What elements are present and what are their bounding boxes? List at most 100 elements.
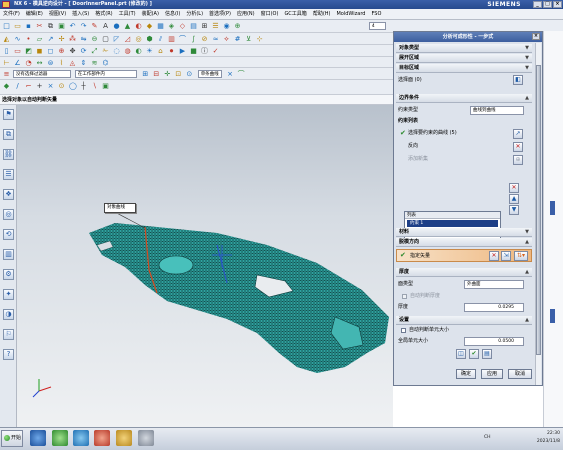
surface-icon[interactable]: ◭ xyxy=(2,34,11,43)
assembly-filter-combo[interactable]: 在工作部件内 xyxy=(74,70,137,78)
boolean-icon[interactable]: ⊖ xyxy=(90,34,99,43)
shell-icon[interactable]: ▢ xyxy=(101,34,110,43)
curve-icon[interactable]: ∿ xyxy=(13,34,22,43)
stop-icon[interactable]: ■ xyxy=(189,46,198,55)
section-settings[interactable]: 设置 ▲ xyxy=(396,316,532,325)
hole-icon[interactable]: ◎ xyxy=(134,34,143,43)
menu-item-edit[interactable]: 编辑(E) xyxy=(23,9,46,20)
fit-icon[interactable]: ⤢ xyxy=(90,46,99,55)
select-face-icon[interactable]: ◧ xyxy=(513,75,523,85)
new-icon[interactable]: □ xyxy=(2,21,11,30)
play-icon[interactable]: ▶ xyxy=(178,46,187,55)
manufacturing-wizard-icon[interactable]: ✦ xyxy=(3,289,14,300)
menu-item-fso[interactable]: FSO xyxy=(368,9,384,20)
snap-mid-icon[interactable]: ⌐ xyxy=(24,81,33,90)
roles-alt-icon[interactable]: ⚐ xyxy=(3,329,14,340)
hide-icon[interactable]: ◌ xyxy=(112,46,121,55)
notepad-icon[interactable] xyxy=(138,430,154,446)
save-icon[interactable]: ▪ xyxy=(24,21,33,30)
grid-icon[interactable]: # xyxy=(233,34,242,43)
view-front-icon[interactable]: ▯ xyxy=(2,46,11,55)
snap-existing-icon[interactable]: ┼ xyxy=(79,81,88,90)
menu-item-file[interactable]: 文件(F) xyxy=(0,9,23,20)
system-materials-icon[interactable]: ▥ xyxy=(3,249,14,260)
recorder-icon[interactable] xyxy=(94,430,110,446)
record-icon[interactable]: ⏺ xyxy=(167,46,176,55)
radius-icon[interactable]: ◔ xyxy=(24,58,33,67)
calculate-icon[interactable]: ✔ xyxy=(469,349,479,359)
revolve-icon[interactable]: ◐ xyxy=(134,21,143,30)
reverse-vector-icon[interactable]: ✕ xyxy=(489,251,499,261)
thickness-input[interactable]: 0.0295 xyxy=(464,303,524,312)
analysis-icon[interactable]: ⊕ xyxy=(233,21,242,30)
end-point-icon[interactable]: ⊡ xyxy=(174,69,183,78)
process-studio-icon[interactable]: ⚙ xyxy=(3,269,14,280)
section-object-type[interactable]: 对象类型 ▼ xyxy=(396,44,532,53)
section-thickness[interactable]: 厚度 ▲ xyxy=(396,268,532,277)
dialog-scrollbar[interactable] xyxy=(535,43,541,385)
menu-item-insert[interactable]: 插入(S) xyxy=(69,9,92,20)
auto-element-size-checkbox[interactable] xyxy=(401,328,406,333)
extrude-icon[interactable]: ▲ xyxy=(123,21,132,30)
zoom-icon[interactable]: ⊕ xyxy=(57,46,66,55)
wave-icon[interactable]: ≈ xyxy=(211,34,220,43)
minimize-button[interactable]: _ xyxy=(533,1,542,8)
intersect-icon[interactable]: ⨯ xyxy=(226,69,235,78)
info-icon[interactable]: ⓘ xyxy=(200,46,209,55)
sketch-icon[interactable]: ✎ xyxy=(90,21,99,30)
select-all-icon[interactable]: ⊞ xyxy=(141,69,150,78)
siemens-nx-icon[interactable] xyxy=(73,430,89,446)
vector-dialog-icon[interactable]: ⇲ xyxy=(501,251,511,261)
mirror-icon[interactable]: ⇋ xyxy=(79,34,88,43)
menu-icon[interactable]: ≡ xyxy=(2,69,11,78)
menu-item-info[interactable]: 信息(I) xyxy=(162,9,183,20)
redo-icon[interactable]: ↷ xyxy=(79,21,88,30)
snap-end-icon[interactable]: / xyxy=(13,81,22,90)
type-filter-combo[interactable]: 没有选择过滤器 xyxy=(12,70,71,78)
snap-center-icon[interactable]: ⊙ xyxy=(57,81,66,90)
graphics-window[interactable] xyxy=(17,105,393,427)
add-set-icon[interactable]: ⊕ xyxy=(513,155,523,165)
move-up-icon[interactable]: ▲ xyxy=(509,194,519,204)
paste-icon[interactable]: ▣ xyxy=(57,21,66,30)
menu-item-assembly[interactable]: 装配(A) xyxy=(139,9,162,20)
cut-icon[interactable]: ✂ xyxy=(35,21,44,30)
curve-rule-combo[interactable]: 单条曲线 xyxy=(197,70,222,78)
dialog-close-button[interactable]: × xyxy=(532,33,540,40)
palettes-icon[interactable]: ◑ xyxy=(3,309,14,320)
snap-face-icon[interactable]: ▣ xyxy=(101,81,110,90)
browser-icon[interactable] xyxy=(52,430,68,446)
formability-icon[interactable]: ⌬ xyxy=(101,58,110,67)
menu-item-window[interactable]: 窗口(O) xyxy=(258,9,282,20)
ruler-icon[interactable]: ⊢ xyxy=(2,58,11,67)
deviation-icon[interactable]: ⇕ xyxy=(79,58,88,67)
section-boundary[interactable]: 边界条件 ▲ xyxy=(396,94,532,103)
section-material[interactable]: 材料 ▼ xyxy=(396,228,532,237)
snap-point-icon[interactable]: ✛ xyxy=(163,69,172,78)
tangent-icon[interactable]: ⌒ xyxy=(237,69,246,78)
history-icon[interactable]: ⟲ xyxy=(3,229,14,240)
offset-icon[interactable]: ▤ xyxy=(189,21,198,30)
menu-item-help[interactable]: 帮助(H) xyxy=(310,9,334,20)
bird-app-icon[interactable] xyxy=(30,430,46,446)
deselect-icon[interactable]: ⊟ xyxy=(152,69,161,78)
law-icon[interactable]: ∫ xyxy=(189,34,198,43)
open-icon[interactable]: ▭ xyxy=(13,21,22,30)
preview-icon[interactable]: ◫ xyxy=(456,349,466,359)
menu-item-gc-toolbox[interactable]: GC工具箱 xyxy=(281,9,309,20)
check-icon[interactable]: ✓ xyxy=(211,46,220,55)
light-icon[interactable]: ☀ xyxy=(145,46,154,55)
constraint-navigator-icon[interactable]: ⛓ xyxy=(3,149,14,160)
global-element-size-input[interactable]: 0.0500 xyxy=(464,337,524,346)
section-unfold-region[interactable]: 展开区域 ▼ xyxy=(396,54,532,63)
snap-icon[interactable]: ⊹ xyxy=(255,34,264,43)
section-icon[interactable]: ⊘ xyxy=(200,34,209,43)
face-type-select[interactable]: 外曲面 xyxy=(464,280,524,289)
bridge-icon[interactable]: ⌒ xyxy=(178,34,187,43)
help-side-icon[interactable]: ? xyxy=(3,349,14,360)
deform-icon[interactable]: ⟡ xyxy=(222,34,231,43)
right-scroll-strip[interactable] xyxy=(543,31,563,427)
reflection-icon[interactable]: ≋ xyxy=(90,58,99,67)
start-button[interactable]: 开始 xyxy=(1,430,23,447)
section-pull-direction[interactable]: 脱模方向 ▲ xyxy=(396,238,532,247)
